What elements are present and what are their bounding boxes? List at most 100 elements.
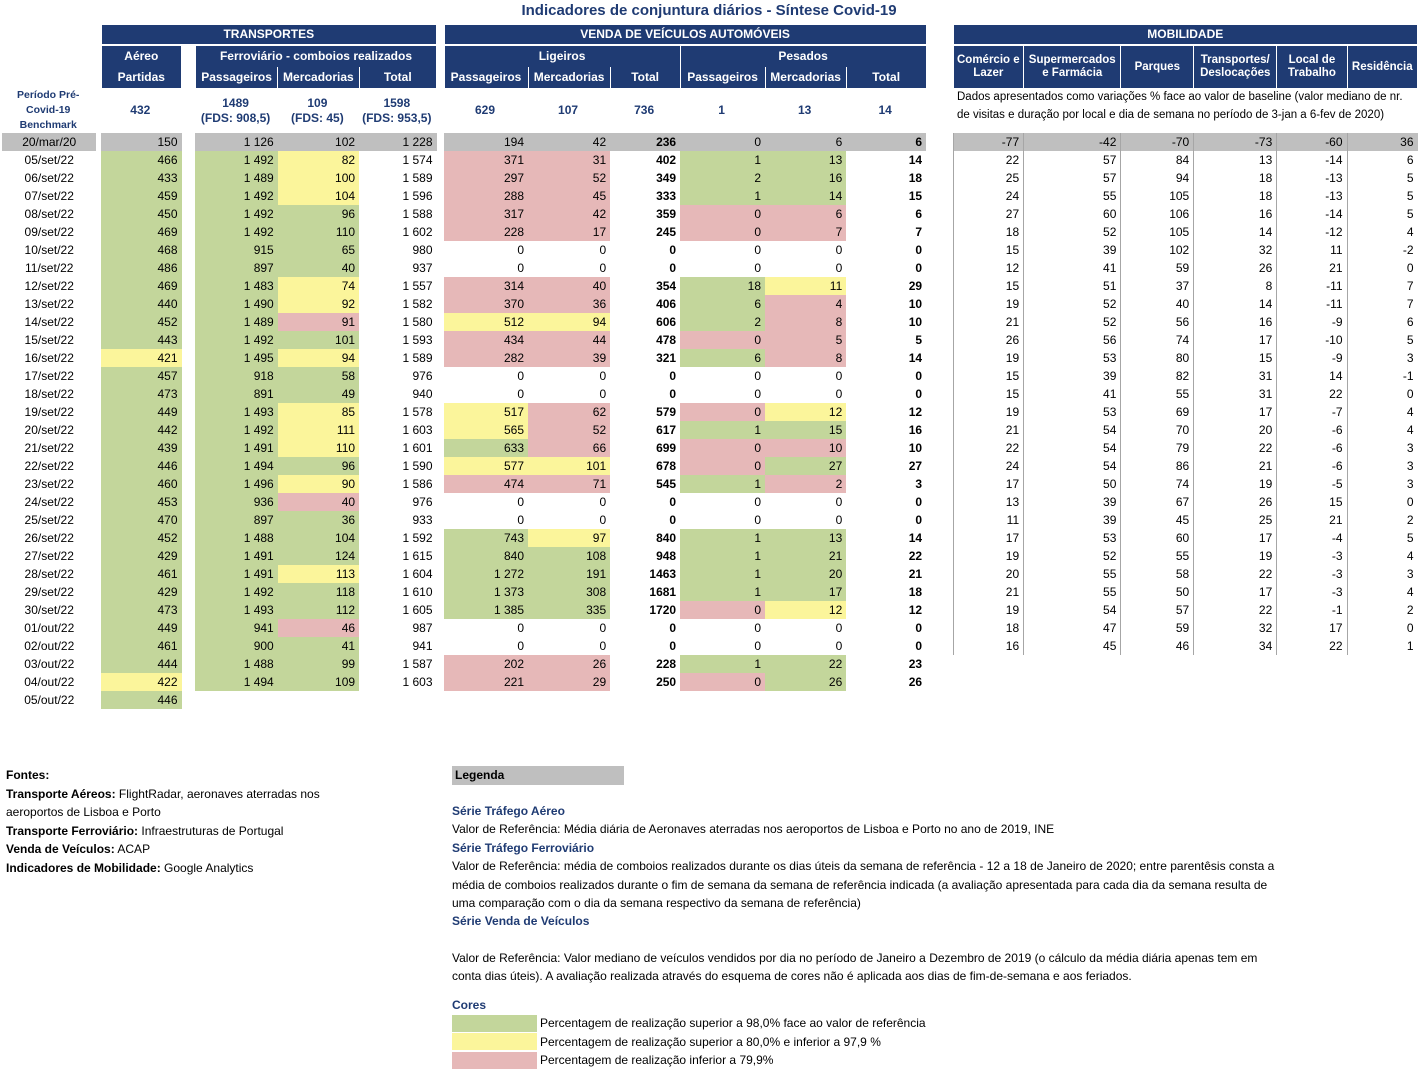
ferro-total-cell: 976	[412, 369, 433, 383]
ferro-passageiros-cell: 1 492	[195, 421, 278, 439]
spacer	[182, 475, 196, 493]
table-row: 23/set/22 460 1 496 90 1 586 474 71 545 1 2 3 17 50 7…	[2, 475, 1418, 493]
spacer	[437, 385, 444, 403]
spacer	[182, 223, 196, 241]
supermercados-cell: -42	[1023, 133, 1121, 151]
lig-passageiros-cell: 434	[444, 331, 528, 349]
legend-block: Legenda Série Tráfego Aéreo Valor de Ref…	[452, 766, 1287, 1070]
pes-passageiros-cell: 1	[680, 583, 766, 601]
supermercados-cell: 57	[1023, 151, 1121, 169]
col-pes-passageiros: Passageiros	[679, 67, 766, 88]
ferro-mercadorias-cell: 113	[277, 565, 360, 583]
spacer	[926, 295, 953, 313]
date-cell: 13/set/22	[24, 297, 74, 311]
local-trabalho-cell: -1	[1276, 601, 1348, 619]
supermercados-cell: 54	[1023, 457, 1121, 475]
ferro-passageiros-cell: 897	[195, 511, 278, 529]
spacer	[182, 529, 196, 547]
lig-mercadorias-cell: 42	[528, 133, 611, 151]
lig-total-cell: 0	[669, 621, 677, 635]
col-comercio-lazer: Comércio e Lazer	[952, 45, 1025, 88]
ferro-total-cell: 1 592	[402, 531, 433, 545]
ferro-total-cell: 1 602	[402, 225, 433, 239]
aereo-partidas-cell: 469	[101, 277, 182, 295]
parques-cell: 84	[1120, 151, 1194, 169]
pes-mercadorias-cell: 7	[765, 223, 847, 241]
pes-mercadorias-cell: 14	[765, 187, 847, 205]
ferro-passageiros-cell: 1 491	[195, 439, 278, 457]
date-cell: 20/set/22	[24, 423, 74, 437]
spacer	[182, 241, 196, 259]
supermercados-cell: 55	[1023, 187, 1121, 205]
local-trabalho-cell	[1277, 655, 1347, 673]
spacer	[437, 493, 444, 511]
ferro-mercadorias-cell: 109	[277, 673, 360, 691]
comercio-lazer-cell: 18	[952, 223, 1024, 241]
bench-ferro-total: 1598 (FDS: 953,5)	[362, 95, 432, 125]
residencia-cell: 4	[1346, 223, 1418, 241]
local-trabalho-cell: -3	[1276, 565, 1348, 583]
lig-passageiros-cell: 0	[517, 495, 524, 509]
source-key: Transporte Ferroviário:	[6, 823, 139, 838]
pes-passageiros-cell: 1	[680, 529, 766, 547]
parques-cell: 80	[1120, 349, 1194, 367]
supermercados-cell: 53	[1023, 349, 1121, 367]
lig-total-cell: 579	[656, 405, 677, 419]
residencia-cell: 36	[1346, 133, 1418, 151]
lig-mercadorias-cell: 97	[528, 529, 611, 547]
pes-total-cell: 23	[908, 657, 923, 671]
sources-title: Fontes:	[6, 768, 50, 782]
comercio-lazer-cell	[953, 673, 1024, 691]
pes-total-cell: 27	[908, 459, 923, 473]
residencia-cell: 4	[1346, 583, 1418, 601]
supermercados-cell: 41	[1023, 385, 1121, 403]
bench-ferro-merc: 109 (FDS: 45)	[291, 95, 344, 125]
pes-total-cell: 10	[908, 297, 923, 311]
lig-passageiros-cell: 297	[444, 169, 528, 187]
supermercados-cell: 53	[1023, 529, 1121, 547]
ferro-passageiros-cell: 1 490	[195, 295, 278, 313]
ferro-mercadorias-cell: 110	[277, 439, 360, 457]
spacer	[437, 331, 444, 349]
ferro-total-cell: 937	[412, 261, 433, 275]
transportes-cell: 17	[1193, 529, 1277, 547]
parques-cell: 79	[1120, 439, 1194, 457]
pes-mercadorias-cell: 0	[835, 621, 843, 635]
pes-passageiros-cell: 0	[754, 261, 762, 275]
spacer	[926, 151, 953, 169]
sub-pesados: Pesados	[679, 45, 927, 67]
ferro-mercadorias-cell: 104	[277, 187, 360, 205]
pes-passageiros-cell: 1	[680, 655, 766, 673]
parques-cell	[1121, 655, 1194, 673]
pes-passageiros-cell: 1	[680, 421, 766, 439]
aereo-partidas-cell: 446	[101, 691, 182, 709]
lig-passageiros-cell: 512	[444, 313, 528, 331]
local-trabalho-cell: 14	[1276, 367, 1348, 385]
residencia-cell: 2	[1346, 601, 1418, 619]
pes-passageiros-cell: 2	[680, 313, 766, 331]
comercio-lazer-cell: 16	[952, 637, 1024, 655]
color-swatch	[452, 1014, 537, 1032]
aereo-partidas-cell: 429	[101, 547, 182, 565]
pes-passageiros-cell: 2	[680, 169, 766, 187]
comercio-lazer-cell: 19	[952, 601, 1024, 619]
table-row: 18/set/22 473 891 49 940 0 0 0 0 0 0 15 41 55 31 22 0	[2, 385, 1418, 403]
ferro-total-cell: 1 601	[402, 441, 433, 455]
lig-total-cell: 321	[656, 351, 677, 365]
local-trabalho-cell: -10	[1276, 331, 1348, 349]
ferro-mercadorias-cell: 112	[277, 601, 360, 619]
lig-mercadorias-cell: 31	[528, 151, 611, 169]
local-trabalho-cell: 22	[1276, 385, 1348, 403]
ferro-mercadorias-cell: 110	[277, 223, 360, 241]
lig-total-cell: 617	[656, 423, 677, 437]
date-cell: 05/out/22	[24, 693, 75, 707]
color-legend-label: Percentagem de realização superior a 80,…	[540, 1034, 881, 1049]
pes-mercadorias-cell: 5	[765, 331, 847, 349]
lig-mercadorias-cell: 94	[528, 313, 611, 331]
lig-total-cell: 0	[669, 387, 677, 401]
spacer	[926, 583, 953, 601]
local-trabalho-cell: -7	[1276, 403, 1348, 421]
residencia-cell: 5	[1346, 529, 1418, 547]
table-row: 01/out/22 449 941 46 987 0 0 0 0 0 0 18 47 59 32 17 0	[2, 619, 1418, 637]
lig-total-cell: 228	[656, 657, 677, 671]
